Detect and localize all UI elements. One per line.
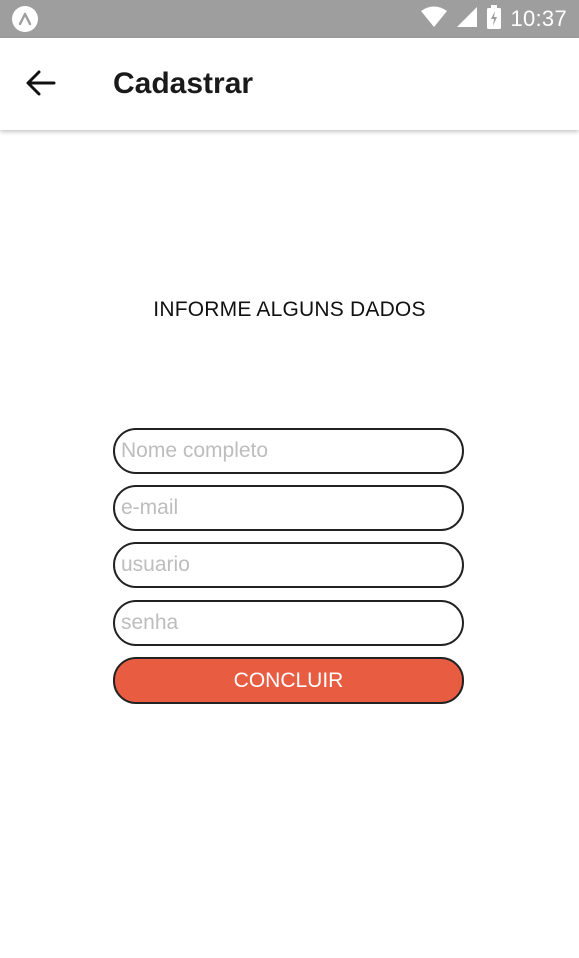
battery-icon [486, 4, 502, 34]
status-time: 10:37 [510, 6, 567, 31]
wifi-icon [420, 6, 448, 33]
status-bar: 10:37 [0, 0, 579, 38]
app-bar: Cadastrar [0, 38, 579, 130]
full-name-input[interactable] [113, 428, 464, 474]
back-button[interactable] [16, 60, 66, 110]
password-input[interactable] [113, 600, 464, 646]
form-heading: INFORME ALGUNS DADOS [153, 298, 426, 321]
username-input[interactable] [113, 542, 464, 588]
expo-app-icon [12, 6, 38, 32]
arrow-left-icon [26, 70, 56, 101]
page-title: Cadastrar [113, 67, 254, 100]
status-icons: 10:37 [420, 0, 567, 38]
submit-button[interactable]: CONCLUIR [113, 657, 464, 704]
signal-icon [456, 6, 478, 33]
email-input[interactable] [113, 485, 464, 531]
